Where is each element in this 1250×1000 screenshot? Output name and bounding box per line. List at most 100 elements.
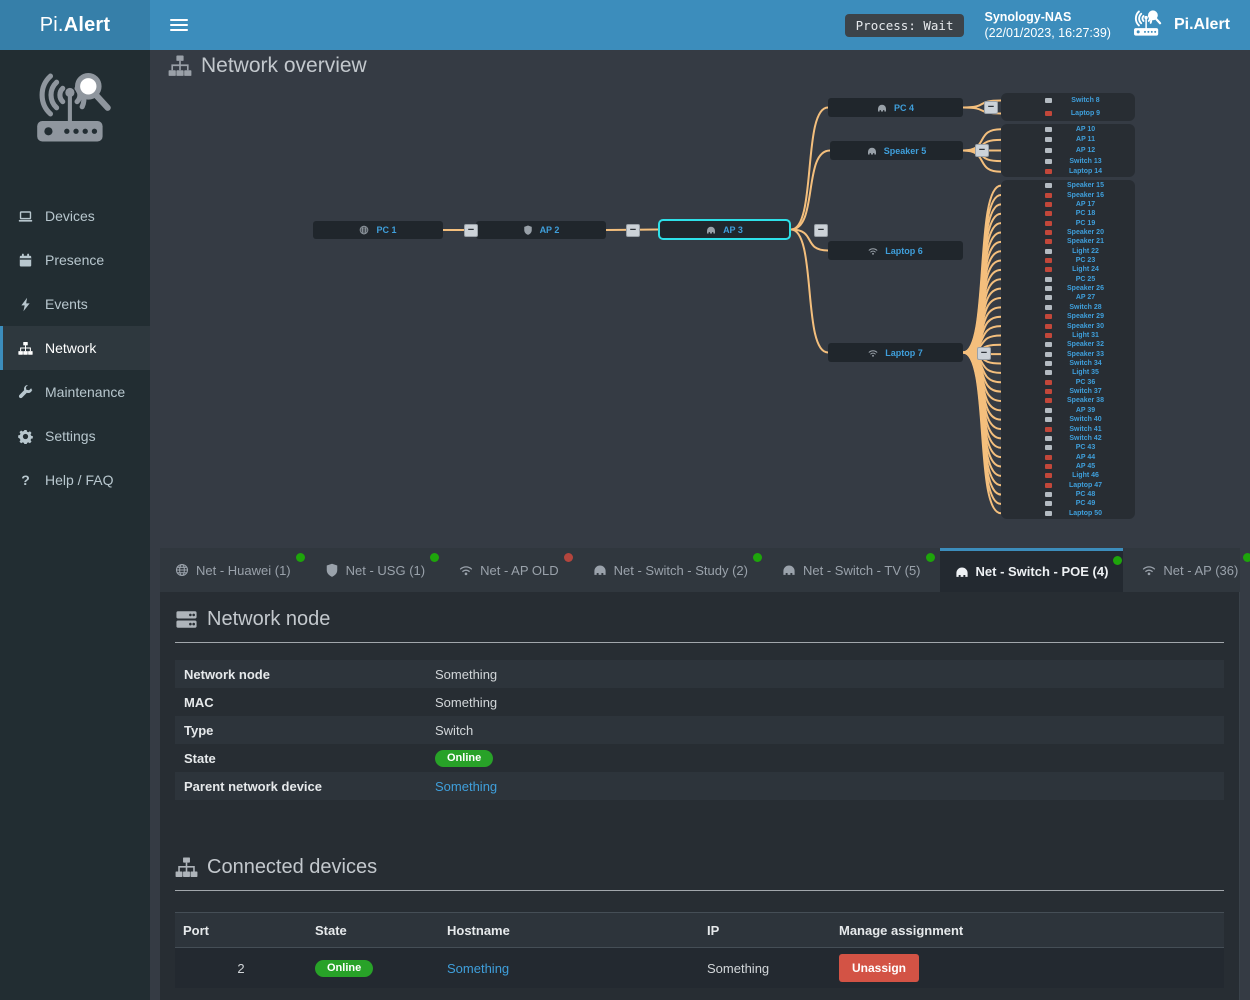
network-node-ap-3[interactable]: AP 3 [658,219,791,240]
leaf-device-link[interactable]: Speaker 33 [1052,351,1119,358]
leaf-device-link[interactable]: Light 24 [1052,266,1119,273]
leaf-device-link[interactable]: Laptop 47 [1052,482,1119,489]
shield-icon [523,225,533,235]
leaf-device-link[interactable]: Speaker 29 [1052,313,1119,320]
leaf-device-link[interactable]: Speaker 30 [1052,323,1119,330]
device-state-icon [1045,333,1052,338]
sidebar-item-network[interactable]: Network [0,326,150,370]
network-topology-diagram: PC 1− AP 2− AP 3− PC 4− Speaker 5− Lapto… [150,50,1250,548]
leaf-device-link[interactable]: AP 12 [1052,147,1119,154]
leaf-device-row: Switch 37 [1001,387,1135,396]
globe-icon [359,225,369,235]
leaf-device-link[interactable]: AP 27 [1052,294,1119,301]
sidebar-item-settings[interactable]: Settings [0,414,150,458]
detail-label: Network node [175,667,435,682]
tab-net-ap-36[interactable]: Net - AP (36) [1127,548,1250,592]
network-node-laptop-6[interactable]: Laptop 6 [828,241,963,260]
leaf-device-link[interactable]: Light 22 [1052,248,1119,255]
leaf-device-link[interactable]: Speaker 26 [1052,285,1119,292]
tab-net-ap-old[interactable]: Net - AP OLD [444,548,574,592]
network-node-ap-2[interactable]: AP 2 [476,221,606,239]
leaf-device-row: Speaker 38 [1001,396,1135,405]
leaf-device-row: Speaker 26 [1001,284,1135,293]
hostname-link[interactable]: Something [447,961,509,976]
collapse-toggle-icon[interactable]: − [984,101,998,114]
tab-net-usg-1[interactable]: Net - USG (1) [310,548,440,592]
leaf-device-link[interactable]: Light 31 [1052,332,1119,339]
leaf-device-link[interactable]: PC 49 [1052,500,1119,507]
leaf-device-link[interactable]: Speaker 38 [1052,397,1119,404]
collapse-toggle-icon[interactable]: − [814,224,828,237]
tab-net-switch-tv-5[interactable]: Net - Switch - TV (5) [767,548,936,592]
leaf-device-row: Laptop 9 [1001,107,1135,120]
leaf-device-link[interactable]: Light 46 [1052,472,1119,479]
leaf-device-link[interactable]: PC 48 [1052,491,1119,498]
network-node-pc-1[interactable]: PC 1 [313,221,443,239]
sidebar-toggle-icon[interactable] [170,19,188,32]
leaf-device-link[interactable]: PC 25 [1052,276,1119,283]
collapse-toggle-icon[interactable]: − [464,224,478,237]
node-status-dot [564,553,573,562]
parent-device-link[interactable]: Something [435,779,497,794]
leaf-device-link[interactable]: AP 44 [1052,454,1119,461]
leaf-device-link[interactable]: AP 45 [1052,463,1119,470]
leaf-device-link[interactable]: Switch 13 [1052,158,1119,165]
sidebar-item-maintenance[interactable]: Maintenance [0,370,150,414]
leaf-device-link[interactable]: PC 19 [1052,220,1119,227]
leaf-device-link[interactable]: PC 43 [1052,444,1119,451]
leaf-device-row: AP 44 [1001,452,1135,461]
leaf-device-link[interactable]: Laptop 14 [1052,168,1119,175]
leaf-device-link[interactable]: Speaker 21 [1052,238,1119,245]
leaf-device-row: Switch 34 [1001,359,1135,368]
leaf-device-link[interactable]: AP 39 [1052,407,1119,414]
collapse-toggle-icon[interactable]: − [626,224,640,237]
collapse-toggle-icon[interactable]: − [977,347,991,360]
sidebar-item-presence[interactable]: Presence [0,238,150,282]
network-node-laptop-7[interactable]: Laptop 7 [828,343,963,362]
network-node-pc-4[interactable]: PC 4 [828,98,963,117]
leaf-device-row: AP 27 [1001,293,1135,302]
sidebar-item-help-faq[interactable]: ? Help / FAQ [0,458,150,502]
leaf-device-row: AP 10 [1001,124,1135,135]
app-logo[interactable]: Pi.Alert [0,0,150,50]
leaf-device-link[interactable]: Laptop 9 [1052,110,1119,117]
leaf-device-link[interactable]: AP 10 [1052,126,1119,133]
device-state-icon [1045,148,1052,153]
leaf-device-link[interactable]: Speaker 16 [1052,192,1119,199]
device-state-icon [1045,98,1052,103]
column-header-ip: IP [699,923,831,938]
leaf-device-link[interactable]: Speaker 20 [1052,229,1119,236]
leaf-device-link[interactable]: Light 35 [1052,369,1119,376]
leaf-device-link[interactable]: Speaker 32 [1052,341,1119,348]
leaf-device-link[interactable]: Switch 8 [1052,97,1119,104]
device-state-icon [1045,342,1052,347]
network-node-speaker-5[interactable]: Speaker 5 [830,141,963,160]
leaf-device-link[interactable]: AP 17 [1052,201,1119,208]
wifi-icon [868,348,878,358]
leaf-device-link[interactable]: Laptop 50 [1052,510,1119,517]
tab-net-switch-study-2[interactable]: Net - Switch - Study (2) [578,548,763,592]
leaf-device-link[interactable]: PC 18 [1052,210,1119,217]
process-status-badge: Process: Wait [845,14,965,37]
leaf-device-link[interactable]: Switch 28 [1052,304,1119,311]
unassign-button[interactable]: Unassign [839,954,919,982]
leaf-device-link[interactable]: Speaker 15 [1052,182,1119,189]
leaf-device-link[interactable]: AP 11 [1052,136,1119,143]
tab-net-switch-poe-4[interactable]: Net - Switch - POE (4) [940,548,1124,592]
tab-net-huawei-1[interactable]: Net - Huawei (1) [160,548,306,592]
sidebar-item-label: Help / FAQ [45,472,113,488]
leaf-device-link[interactable]: Switch 41 [1052,426,1119,433]
leaf-device-link[interactable]: PC 23 [1052,257,1119,264]
sidebar-item-events[interactable]: Events [0,282,150,326]
leaf-device-link[interactable]: Switch 42 [1052,435,1119,442]
leaf-device-link[interactable]: Switch 40 [1052,416,1119,423]
sidebar-item-devices[interactable]: Devices [0,194,150,238]
switch-icon [706,225,716,235]
leaf-device-link[interactable]: Switch 34 [1052,360,1119,367]
detail-row-state: StateOnline [175,744,1224,772]
server-icon [175,608,198,631]
device-state-icon [1045,370,1052,375]
leaf-device-link[interactable]: PC 36 [1052,379,1119,386]
leaf-device-link[interactable]: Switch 37 [1052,388,1119,395]
collapse-toggle-icon[interactable]: − [975,144,989,157]
